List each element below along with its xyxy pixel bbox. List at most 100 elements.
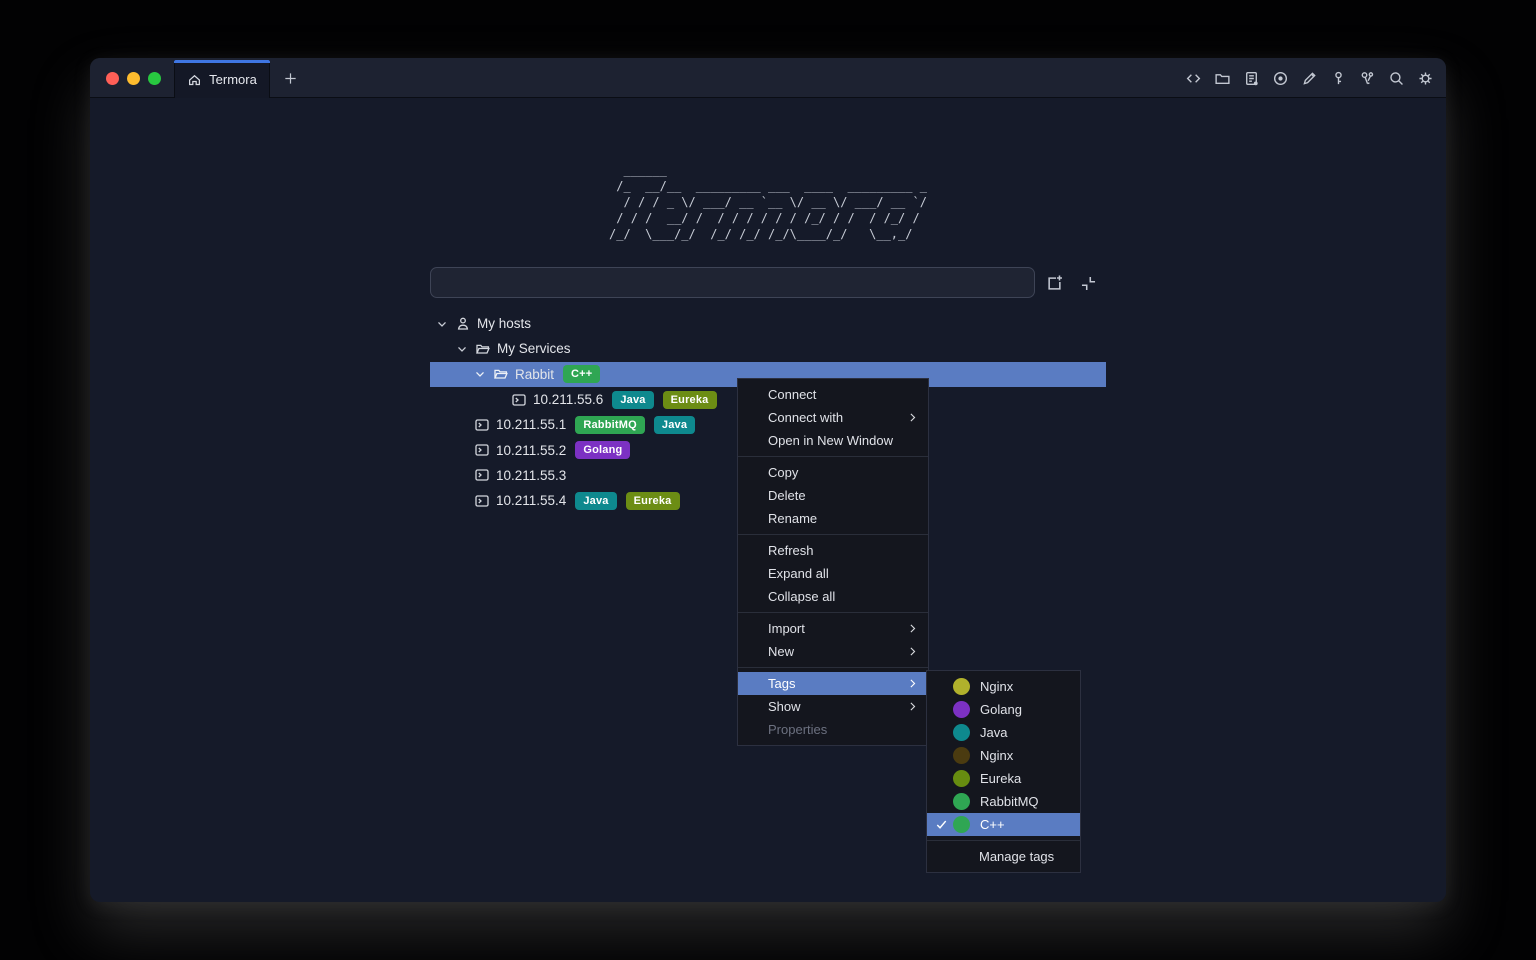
code-icon[interactable] bbox=[1184, 69, 1202, 87]
menu-separator bbox=[738, 667, 928, 668]
home-icon bbox=[187, 72, 202, 87]
context-menu: Connect Connect with Open in New Window … bbox=[737, 378, 929, 746]
ascii-line: /_ __/__ _________ ___ ____ _________ _ bbox=[609, 178, 927, 194]
edit-icon[interactable] bbox=[1300, 69, 1318, 87]
submenu-item-tag[interactable]: Eureka bbox=[927, 767, 1080, 790]
tag-badge: RabbitMQ bbox=[575, 416, 645, 434]
terminal-icon bbox=[473, 442, 490, 458]
chevron-right-icon bbox=[906, 677, 919, 690]
submenu-item-tag[interactable]: Nginx bbox=[927, 675, 1080, 698]
ascii-line: / / / _ \/ ___/ __ `__ \/ __ \/ ___/ __ … bbox=[609, 194, 927, 210]
tag-badge: Java bbox=[575, 492, 616, 510]
menu-separator bbox=[927, 840, 1080, 841]
menu-item-properties: Properties bbox=[738, 718, 928, 741]
tag-color-dot bbox=[953, 816, 970, 833]
zoom-button[interactable] bbox=[148, 72, 161, 85]
desktop: Termora bbox=[0, 0, 1536, 960]
tree-label: Rabbit bbox=[515, 367, 554, 382]
ascii-line: / / / __/ / / / / / / / /_/ / / / /_/ / bbox=[609, 210, 927, 226]
menu-item-connect[interactable]: Connect bbox=[738, 383, 928, 406]
ascii-banner: ______ /_ __/__ _________ ___ ____ _____… bbox=[90, 162, 1446, 243]
tree-row-my-hosts[interactable]: My hosts bbox=[430, 311, 1106, 336]
traffic-lights bbox=[106, 72, 161, 85]
record-icon[interactable] bbox=[1271, 69, 1289, 87]
folder-icon[interactable] bbox=[1213, 69, 1231, 87]
tree-label: 10.211.55.1 bbox=[496, 417, 566, 432]
menu-item-open-in-new-window[interactable]: Open in New Window bbox=[738, 429, 928, 452]
tag-badge: Java bbox=[612, 391, 653, 409]
titlebar-actions bbox=[1184, 58, 1434, 98]
submenu-item-tag[interactable]: Java bbox=[927, 721, 1080, 744]
tag-color-dot bbox=[953, 701, 970, 718]
key-icon[interactable] bbox=[1329, 69, 1347, 87]
submenu-item-tag[interactable]: Golang bbox=[927, 698, 1080, 721]
tag-badge: Golang bbox=[575, 441, 630, 459]
menu-separator bbox=[738, 612, 928, 613]
menu-item-copy[interactable]: Copy bbox=[738, 461, 928, 484]
search-icon[interactable] bbox=[1387, 69, 1405, 87]
submenu-item-tag-checked[interactable]: C++ bbox=[927, 813, 1080, 836]
menu-item-delete[interactable]: Delete bbox=[738, 484, 928, 507]
chevron-right-icon bbox=[906, 645, 919, 658]
submenu-item-tag[interactable]: RabbitMQ bbox=[927, 790, 1080, 813]
tag-color-dot bbox=[953, 724, 970, 741]
menu-item-expand-all[interactable]: Expand all bbox=[738, 562, 928, 585]
menu-item-collapse-all[interactable]: Collapse all bbox=[738, 585, 928, 608]
terminal-icon bbox=[473, 417, 490, 433]
tag-color-dot bbox=[953, 747, 970, 764]
main-content: ______ /_ __/__ _________ ___ ____ _____… bbox=[90, 98, 1446, 901]
menu-separator bbox=[738, 456, 928, 457]
tree-label: My Services bbox=[497, 341, 571, 356]
terminal-icon bbox=[510, 392, 527, 408]
keychain-icon[interactable] bbox=[1358, 69, 1376, 87]
user-icon bbox=[454, 316, 471, 332]
tree-label: My hosts bbox=[477, 316, 531, 331]
titlebar: Termora bbox=[90, 58, 1446, 98]
chevron-down-icon[interactable] bbox=[472, 367, 488, 381]
tag-badge: C++ bbox=[563, 365, 600, 383]
tab-termora[interactable]: Termora bbox=[174, 60, 270, 98]
log-icon[interactable] bbox=[1242, 69, 1260, 87]
submenu-item-manage-tags[interactable]: Manage tags bbox=[927, 845, 1080, 868]
tree-label: 10.211.55.3 bbox=[496, 468, 566, 483]
chevron-right-icon bbox=[906, 411, 919, 424]
tree-row-my-services[interactable]: My Services bbox=[430, 336, 1106, 361]
chevron-right-icon bbox=[906, 700, 919, 713]
tab-label: Termora bbox=[209, 72, 257, 87]
ascii-line: /_/ \___/_/ /_/ /_/ /_/\____/_/ \__,_/ bbox=[609, 226, 927, 242]
chevron-right-icon bbox=[906, 622, 919, 635]
minimize-button[interactable] bbox=[127, 72, 140, 85]
new-tab-button[interactable] bbox=[280, 68, 300, 88]
menu-item-tags[interactable]: Tags bbox=[738, 672, 928, 695]
tree-label: 10.211.55.4 bbox=[496, 493, 566, 508]
chevron-down-icon[interactable] bbox=[434, 317, 450, 331]
terminal-icon bbox=[473, 467, 490, 483]
close-button[interactable] bbox=[106, 72, 119, 85]
tree-label: 10.211.55.6 bbox=[533, 392, 603, 407]
search-input[interactable] bbox=[430, 267, 1035, 298]
folder-open-icon bbox=[492, 366, 509, 382]
folder-open-icon bbox=[474, 341, 491, 357]
add-host-icon[interactable] bbox=[1044, 273, 1064, 293]
ascii-line: ______ bbox=[609, 162, 927, 178]
submenu-item-tag[interactable]: Nginx bbox=[927, 744, 1080, 767]
collapse-all-icon[interactable] bbox=[1078, 273, 1098, 293]
menu-separator bbox=[738, 534, 928, 535]
tag-badge: Java bbox=[654, 416, 695, 434]
menu-item-rename[interactable]: Rename bbox=[738, 507, 928, 530]
tag-badge: Eureka bbox=[626, 492, 680, 510]
tag-color-dot bbox=[953, 770, 970, 787]
menu-item-new[interactable]: New bbox=[738, 640, 928, 663]
check-icon bbox=[935, 818, 953, 831]
tag-color-dot bbox=[953, 678, 970, 695]
menu-item-refresh[interactable]: Refresh bbox=[738, 539, 928, 562]
tag-color-dot bbox=[953, 793, 970, 810]
menu-item-connect-with[interactable]: Connect with bbox=[738, 406, 928, 429]
settings-icon[interactable] bbox=[1416, 69, 1434, 87]
menu-item-show[interactable]: Show bbox=[738, 695, 928, 718]
terminal-icon bbox=[473, 493, 490, 509]
chevron-down-icon[interactable] bbox=[454, 342, 470, 356]
tag-badge: Eureka bbox=[663, 391, 717, 409]
menu-item-import[interactable]: Import bbox=[738, 617, 928, 640]
tree-label: 10.211.55.2 bbox=[496, 443, 566, 458]
